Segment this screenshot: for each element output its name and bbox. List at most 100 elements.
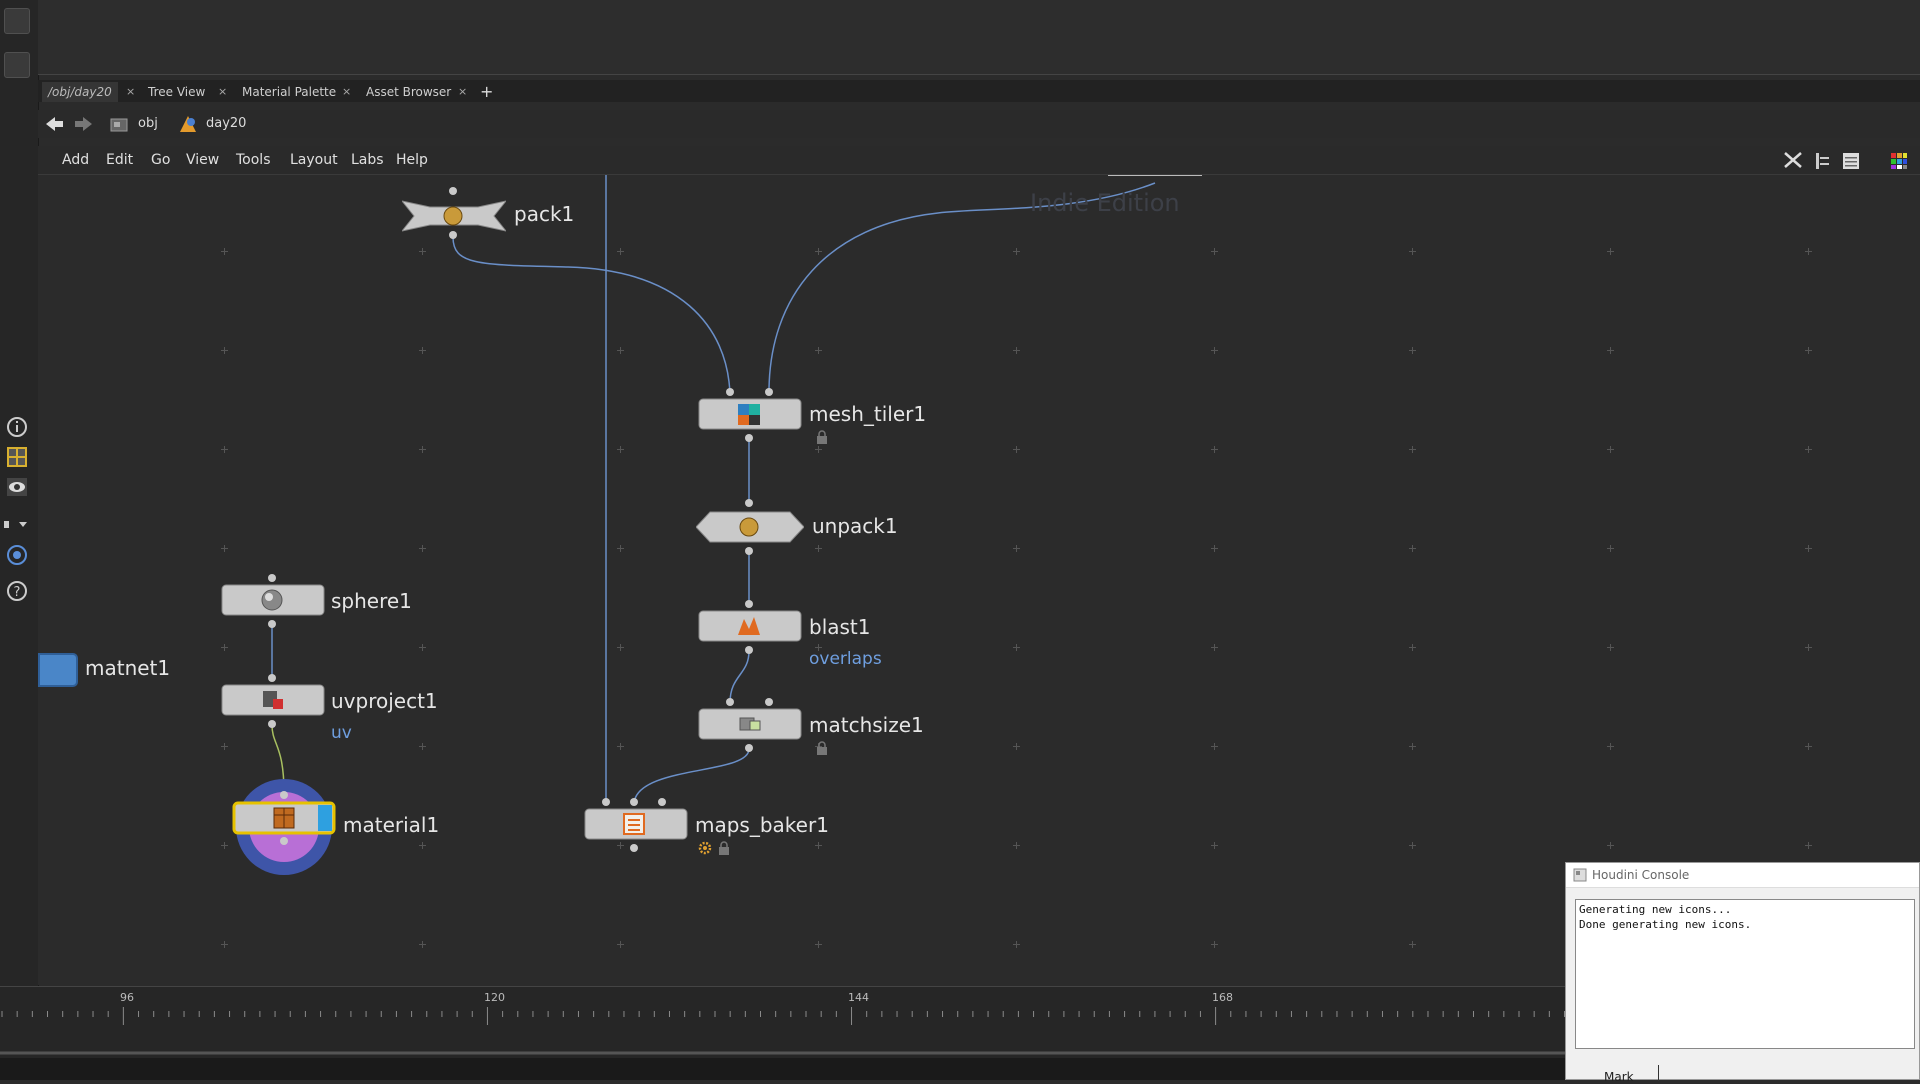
matnet-node[interactable] [38,653,78,687]
back-arrow-icon[interactable] [46,116,64,132]
grid-mark [422,842,423,849]
console-line: Generating new icons... [1579,903,1732,916]
add-tab-icon[interactable]: + [480,82,493,102]
grid-mark [1412,644,1413,651]
tab-close-icon[interactable]: × [218,82,227,102]
grid-mark [1214,644,1215,651]
grid-mark [1016,347,1017,354]
lock-icon [817,741,827,755]
grid-mark [620,941,621,948]
grid-mark [422,941,423,948]
menu-tools[interactable]: Tools [236,146,271,174]
timeline-tick-168: 168 [1212,991,1233,1004]
pack-node-label: pack1 [514,202,575,226]
grid-mark [1214,545,1215,552]
tab-close-icon[interactable]: × [342,82,351,102]
indie-edition-watermark: Indie Edition [1030,189,1180,217]
grid-mark [1214,941,1215,948]
tab-asset-browser[interactable]: Asset Browser [360,82,457,102]
breadcrumb-day20[interactable]: day20 [206,116,246,131]
unpack-node[interactable] [696,498,804,556]
grid-mark [1610,743,1611,750]
target-icon[interactable] [4,542,30,568]
material-node-label: material1 [343,813,440,837]
eye-icon[interactable] [4,474,30,500]
tab-close-icon[interactable]: × [126,82,135,102]
wire-blast-to-matchsize [729,650,750,704]
grid-mark [1016,248,1017,255]
grid-mark [224,545,225,552]
grid-mark [224,248,225,255]
svg-text:?: ? [14,585,21,600]
left-toolbar: ? [0,0,39,986]
blast-node[interactable] [698,599,802,657]
mark-button[interactable]: Mark [1604,1070,1634,1084]
grid-mark [224,644,225,651]
mesh-tiler-node[interactable] [698,387,802,445]
uvproject-node[interactable] [221,673,325,731]
uvproject-attr-label: uv [331,723,352,743]
grid-view-icon[interactable] [4,444,30,470]
scene-view-icon[interactable] [4,8,30,34]
material-node[interactable] [232,789,336,847]
grid-mark [224,743,225,750]
console-output[interactable]: Generating new icons... Done generating … [1575,899,1915,1049]
blast-group-label: overlaps [809,649,882,669]
pin-icon[interactable] [4,52,30,78]
menu-help[interactable]: Help [396,146,428,174]
grid-mark [1610,347,1611,354]
menu-labs[interactable]: Labs [351,146,384,174]
menu-view[interactable]: View [186,146,219,174]
grid-mark [1610,842,1611,849]
tree-layout-icon[interactable] [1814,152,1832,170]
geo-network-icon [180,116,196,132]
console-title: Houdini Console [1592,868,1690,882]
grid-mark [1808,446,1809,453]
console-title-bar[interactable]: Houdini Console [1566,863,1919,888]
gear-icon [698,841,712,855]
tab-close-icon[interactable]: × [458,82,467,102]
grid-mark [1808,743,1809,750]
grid-mark [818,842,819,849]
timeline-tick-120: 120 [484,991,505,1004]
grid-mark [422,743,423,750]
uvproject-node-label: uvproject1 [331,689,438,713]
menu-go[interactable]: Go [151,146,170,174]
grid-mark [422,248,423,255]
menu-add[interactable]: Add [62,146,89,174]
grid-mark [1214,347,1215,354]
forward-arrow-icon[interactable] [74,116,92,132]
maps-baker-node[interactable] [584,797,688,855]
list-view-icon[interactable] [1842,152,1860,170]
help-icon[interactable]: ? [4,578,30,604]
mesh-tiler-node-label: mesh_tiler1 [809,402,927,426]
matchsize-node[interactable] [698,697,802,755]
unpack-node-label: unpack1 [812,514,898,538]
lock-icon [719,841,729,855]
grid-mark [422,446,423,453]
grid-mark [818,248,819,255]
color-palette-icon[interactable] [1890,152,1908,170]
breadcrumb-obj[interactable]: obj [138,116,158,131]
obj-network-icon [110,118,128,132]
tab-obj-day20[interactable]: /obj/day20 [42,82,118,102]
grid-mark [1412,545,1413,552]
pack-node[interactable] [402,187,506,239]
tab-material-palette[interactable]: Material Palette [236,82,342,102]
menu-edit[interactable]: Edit [106,146,133,174]
info-icon[interactable] [4,414,30,440]
timeline[interactable]: 96 120 144 168 [0,986,1565,1059]
grid-mark [818,941,819,948]
console-divider [1658,1065,1659,1081]
houdini-console-window[interactable]: Houdini Console Generating new icons... … [1565,862,1920,1084]
tab-tree-view[interactable]: Tree View [142,82,211,102]
tools-icon[interactable] [1782,150,1804,170]
dropdown-arrow-icon[interactable] [4,512,30,538]
grid-mark [1412,248,1413,255]
network-menu-bar: Add Edit Go View Tools Layout Labs Help [38,146,1920,175]
grid-mark [1808,545,1809,552]
grid-mark [620,743,621,750]
grid-mark [224,347,225,354]
sphere-node[interactable] [221,573,325,631]
menu-layout[interactable]: Layout [290,146,338,174]
